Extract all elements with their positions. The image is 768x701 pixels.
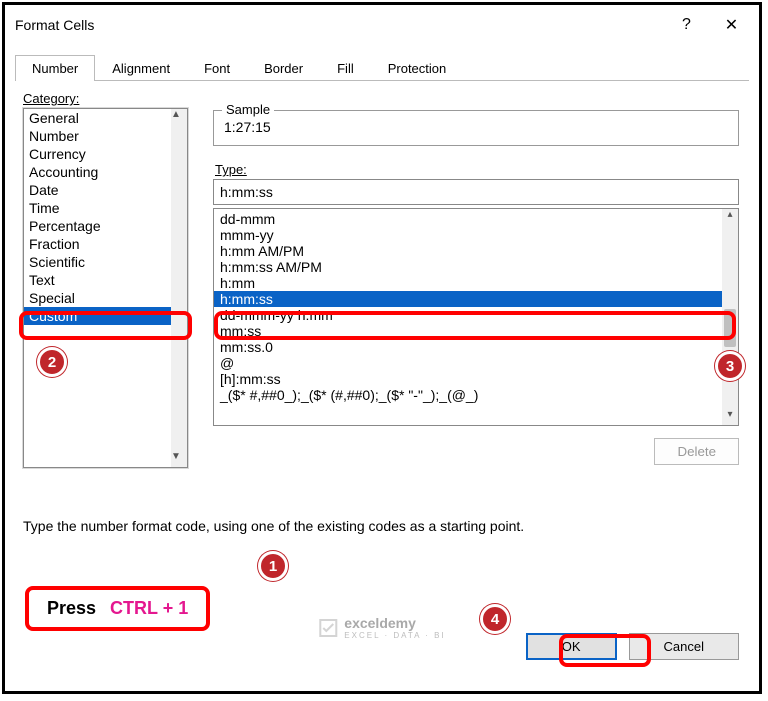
dialog-title: Format Cells xyxy=(15,17,664,33)
category-item-accounting[interactable]: Accounting xyxy=(24,163,187,181)
tab-font[interactable]: Font xyxy=(187,55,247,81)
category-item-scientific[interactable]: Scientific xyxy=(24,253,187,271)
format-cells-dialog: Format Cells ? ✕ Number Alignment Font B… xyxy=(2,2,762,694)
scroll-down-icon[interactable]: ▾ xyxy=(722,409,738,425)
category-item-custom[interactable]: Custom xyxy=(24,307,187,325)
tab-fill[interactable]: Fill xyxy=(320,55,371,81)
scroll-thumb[interactable] xyxy=(724,309,736,347)
type-item[interactable]: dd-mmm xyxy=(214,211,738,227)
category-item-time[interactable]: Time xyxy=(24,199,187,217)
type-item-selected[interactable]: h:mm:ss xyxy=(214,291,738,307)
tab-number[interactable]: Number xyxy=(15,55,95,81)
type-label: Type: xyxy=(215,162,739,177)
type-item[interactable]: h:mm AM/PM xyxy=(214,243,738,259)
tab-alignment[interactable]: Alignment xyxy=(95,55,187,81)
ok-button[interactable]: OK xyxy=(526,633,617,660)
category-item-special[interactable]: Special xyxy=(24,289,187,307)
press-shortcut-box: Press CTRL + 1 xyxy=(25,586,210,631)
sample-value: 1:27:15 xyxy=(224,119,728,135)
titlebar: Format Cells ? ✕ xyxy=(5,5,759,45)
type-list[interactable]: dd-mmm mmm-yy h:mm AM/PM h:mm:ss AM/PM h… xyxy=(213,208,739,426)
category-label: Category: xyxy=(23,91,79,106)
type-item[interactable]: mmm-yy xyxy=(214,227,738,243)
close-button[interactable]: ✕ xyxy=(709,5,754,45)
tab-border[interactable]: Border xyxy=(247,55,320,81)
type-input[interactable] xyxy=(213,179,739,205)
type-item[interactable]: mm:ss xyxy=(214,323,738,339)
type-item[interactable]: [h]:mm:ss xyxy=(214,371,738,387)
type-item[interactable]: _($* #,##0_);_($* (#,##0);_($* "-"_);_(@… xyxy=(214,387,738,403)
scroll-up-icon[interactable]: ▴ xyxy=(722,209,738,225)
type-item[interactable]: mm:ss.0 xyxy=(214,339,738,355)
watermark-icon xyxy=(318,618,338,638)
scroll-up-icon[interactable]: ▲ xyxy=(171,109,181,125)
category-item-fraction[interactable]: Fraction xyxy=(24,235,187,253)
type-item[interactable]: dd-mmm-yy h:mm xyxy=(214,307,738,323)
type-item[interactable]: h:mm xyxy=(214,275,738,291)
category-scrollbar[interactable]: ▲ ▼ xyxy=(171,109,187,467)
category-list[interactable]: General Number Currency Accounting Date … xyxy=(23,108,188,468)
category-item-percentage[interactable]: Percentage xyxy=(24,217,187,235)
right-column: Sample 1:27:15 Type: dd-mmm mmm-yy h:mm … xyxy=(213,108,739,468)
category-item-date[interactable]: Date xyxy=(24,181,187,199)
annotation-badge-1: 1 xyxy=(258,551,288,581)
annotation-badge-4: 4 xyxy=(480,604,510,634)
type-item[interactable]: @ xyxy=(214,355,738,371)
watermark-sub: EXCEL · DATA · BI xyxy=(344,631,445,640)
type-item[interactable]: h:mm:ss AM/PM xyxy=(214,259,738,275)
category-item-number[interactable]: Number xyxy=(24,127,187,145)
delete-button[interactable]: Delete xyxy=(654,438,739,465)
sample-label: Sample xyxy=(222,102,274,117)
category-item-text[interactable]: Text xyxy=(24,271,187,289)
watermark: exceldemy EXCEL · DATA · BI xyxy=(318,615,445,640)
shortcut-keys: CTRL + 1 xyxy=(110,598,188,619)
number-panel: Category: General Number Currency Accoun… xyxy=(15,80,749,670)
tabs: Number Alignment Font Border Fill Protec… xyxy=(5,55,759,81)
hint-text: Type the number format code, using one o… xyxy=(15,518,749,534)
sample-box: Sample 1:27:15 xyxy=(213,110,739,146)
scroll-down-icon[interactable]: ▼ xyxy=(171,451,181,467)
type-scrollbar[interactable]: ▴ ▾ xyxy=(722,209,738,425)
help-button[interactable]: ? xyxy=(664,5,709,45)
tab-protection[interactable]: Protection xyxy=(371,55,464,81)
category-item-currency[interactable]: Currency xyxy=(24,145,187,163)
watermark-name: exceldemy xyxy=(344,615,416,631)
dialog-buttons: OK Cancel xyxy=(526,633,739,660)
press-label: Press xyxy=(47,598,96,619)
cancel-button[interactable]: Cancel xyxy=(629,633,739,660)
category-item-general[interactable]: General xyxy=(24,109,187,127)
